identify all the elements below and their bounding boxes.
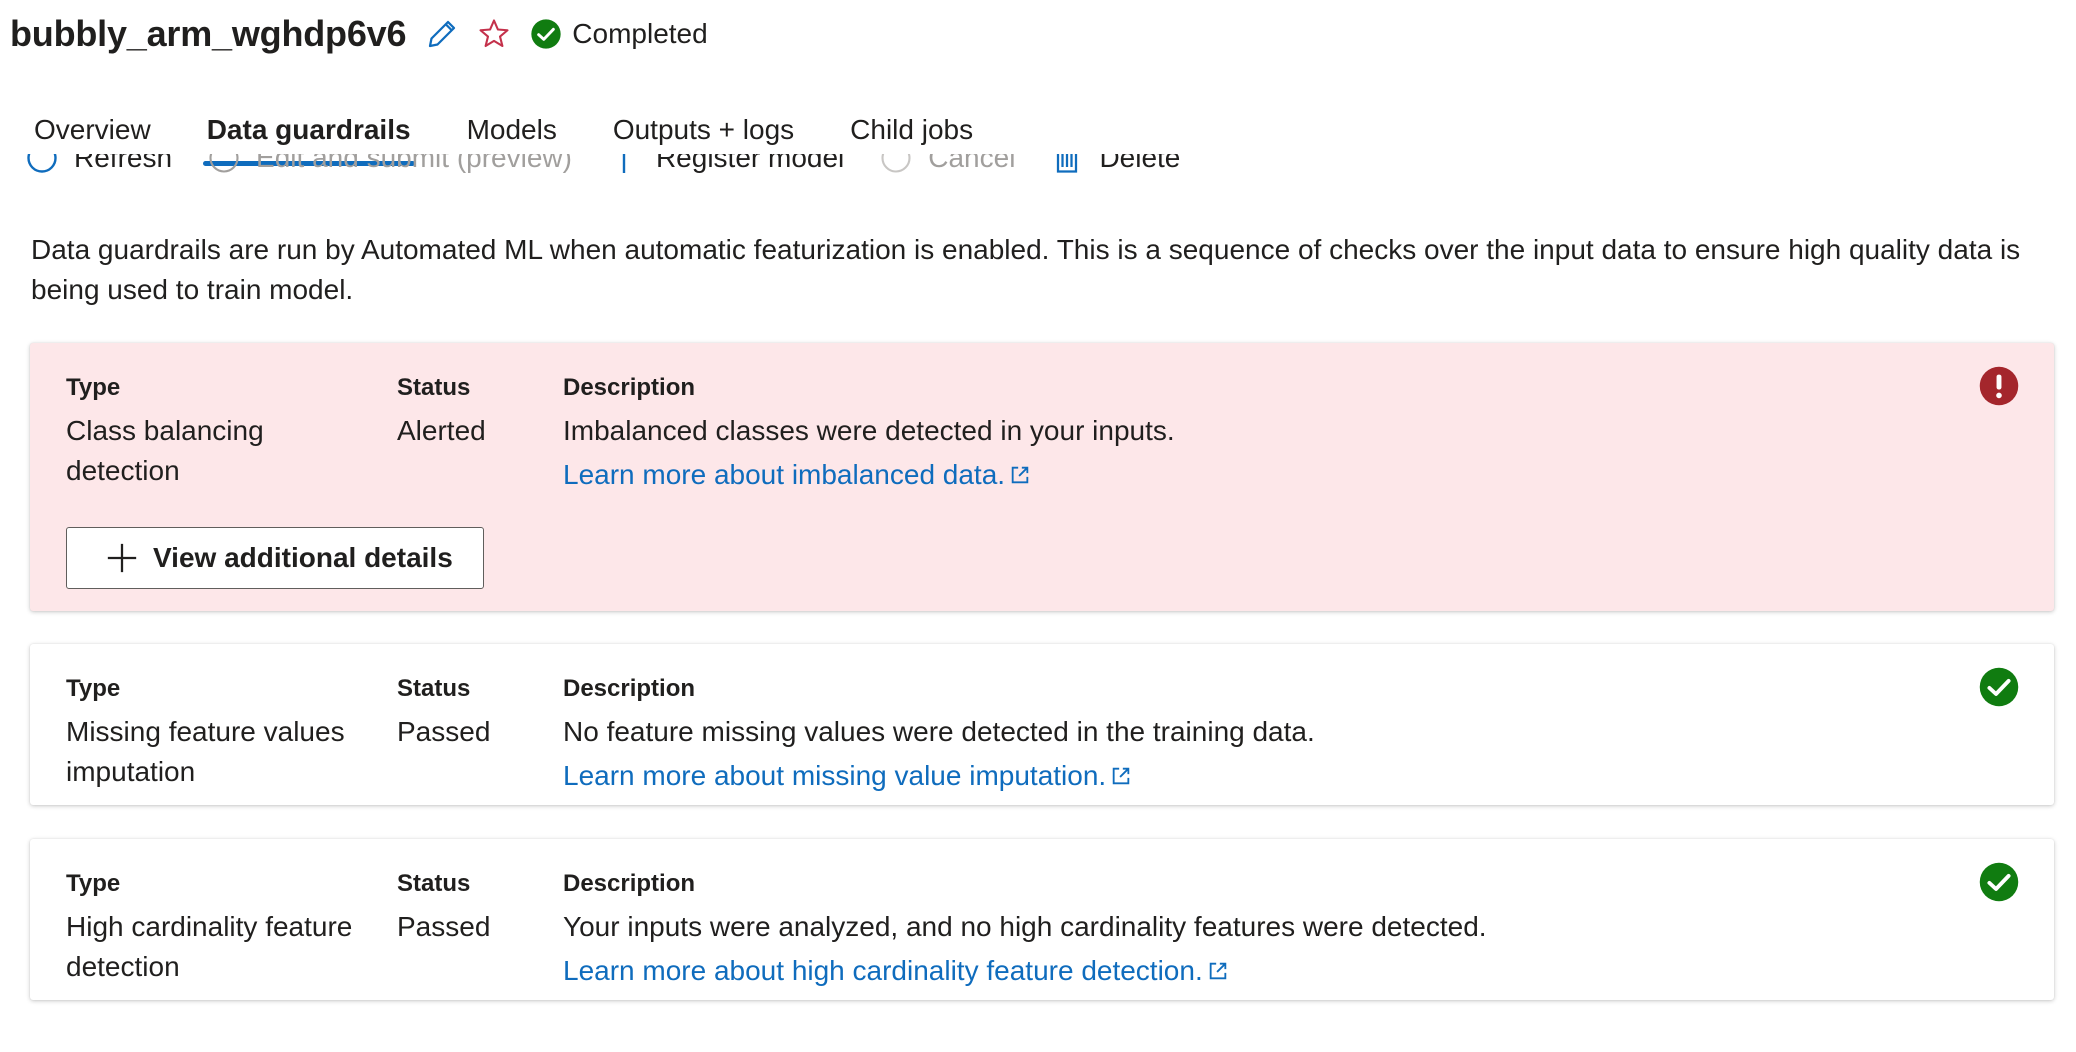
learn-more-link-text: Learn more about high cardinality featur… xyxy=(563,955,1203,986)
register-icon xyxy=(622,154,626,173)
status-column: Status Passed xyxy=(397,672,547,752)
trash-icon xyxy=(1057,154,1078,173)
intro-text: Data guardrails are run by Automated ML … xyxy=(31,234,2021,305)
description-value: Your inputs were analyzed, and no high c… xyxy=(563,911,1487,942)
refresh-icon xyxy=(27,154,57,173)
description-value: Imbalanced classes were detected in your… xyxy=(563,415,1175,446)
status-label: Status xyxy=(397,870,471,897)
view-additional-details-label: View additional details xyxy=(153,542,453,573)
tab-data-guardrails[interactable]: Data guardrails xyxy=(202,98,415,166)
learn-more-link-text: Learn more about missing value imputatio… xyxy=(563,760,1107,791)
command-bar: Refresh Edit and submit (preview) Regist… xyxy=(24,154,1424,184)
check-circle-icon xyxy=(531,19,561,49)
status-value: Passed xyxy=(397,716,491,747)
description-label: Description xyxy=(563,870,696,897)
status-text: Completed xyxy=(572,18,708,49)
edit-submit-label: Edit and submit (preview) xyxy=(256,154,572,173)
description-column: Description Imbalanced classes were dete… xyxy=(563,371,1863,495)
type-value: Class balancing detection xyxy=(66,415,264,486)
delete-label: Delete xyxy=(1099,154,1181,173)
external-link-icon xyxy=(1011,466,1029,484)
tab-overview[interactable]: Overview xyxy=(34,98,151,162)
type-label: Type xyxy=(66,870,121,897)
edit-submit-icon xyxy=(209,154,239,173)
status-value: Alerted xyxy=(397,415,486,446)
type-value: Missing feature values imputation xyxy=(66,716,345,787)
check-circle-icon xyxy=(1979,667,2019,707)
check-circle-icon xyxy=(1979,862,2019,902)
refresh-button[interactable]: Refresh xyxy=(24,154,172,176)
cancel-button[interactable]: Cancel xyxy=(878,154,1015,176)
cancel-label: Cancel xyxy=(928,154,1016,173)
status-value: Passed xyxy=(397,911,491,942)
external-link-icon xyxy=(1112,767,1130,785)
type-label: Type xyxy=(66,374,121,401)
guardrail-card-class-balancing: Type Class balancing detection Status Al… xyxy=(30,343,2054,611)
status-label: Status xyxy=(397,374,471,401)
tab-bar: Overview Data guardrails Models Outputs … xyxy=(34,98,1029,166)
type-value: High cardinality feature detection xyxy=(66,911,353,982)
edit-submit-button[interactable]: Edit and submit (preview) xyxy=(206,154,572,176)
job-status: Completed xyxy=(530,18,708,50)
type-column: Type Class balancing detection xyxy=(66,371,366,491)
job-header: bubbly_arm_wghdp6v6 Completed xyxy=(10,10,708,58)
plus-icon xyxy=(107,543,137,573)
description-column: Description Your inputs were analyzed, a… xyxy=(563,867,1863,991)
learn-more-link[interactable]: Learn more about missing value imputatio… xyxy=(563,756,1132,796)
description-label: Description xyxy=(563,675,696,702)
cancel-icon xyxy=(881,154,911,173)
status-column: Status Alerted xyxy=(397,371,547,451)
learn-more-link[interactable]: Learn more about high cardinality featur… xyxy=(563,951,1229,991)
learn-more-link[interactable]: Learn more about imbalanced data. xyxy=(563,455,1031,495)
external-link-icon xyxy=(1209,962,1226,980)
view-additional-details-button[interactable]: View additional details xyxy=(66,527,484,589)
status-column: Status Passed xyxy=(397,867,547,947)
description-value: No feature missing values were detected … xyxy=(563,716,1315,747)
description-label: Description xyxy=(563,374,696,401)
register-model-button[interactable]: Register model xyxy=(606,154,844,176)
learn-more-link-text: Learn more about imbalanced data. xyxy=(563,459,1006,490)
delete-button[interactable]: Delete xyxy=(1049,154,1180,176)
refresh-label: Refresh xyxy=(74,154,173,173)
register-label: Register model xyxy=(655,154,845,173)
pencil-icon[interactable] xyxy=(424,16,460,52)
type-column: Type High cardinality feature detection xyxy=(66,867,366,987)
tab-models[interactable]: Models xyxy=(467,98,557,162)
tab-child-jobs[interactable]: Child jobs xyxy=(850,98,973,162)
status-label: Status xyxy=(397,675,471,702)
type-column: Type Missing feature values imputation xyxy=(66,672,366,792)
job-title: bubbly_arm_wghdp6v6 xyxy=(10,13,407,54)
tab-outputs-logs[interactable]: Outputs + logs xyxy=(613,98,794,162)
description-column: Description No feature missing values we… xyxy=(563,672,1863,796)
star-outline-icon[interactable] xyxy=(476,16,512,52)
guardrail-card-missing-values: Type Missing feature values imputation S… xyxy=(30,644,2054,805)
error-circle-icon xyxy=(1979,366,2019,406)
guardrail-card-high-cardinality: Type High cardinality feature detection … xyxy=(30,839,2054,1000)
type-label: Type xyxy=(66,675,121,702)
